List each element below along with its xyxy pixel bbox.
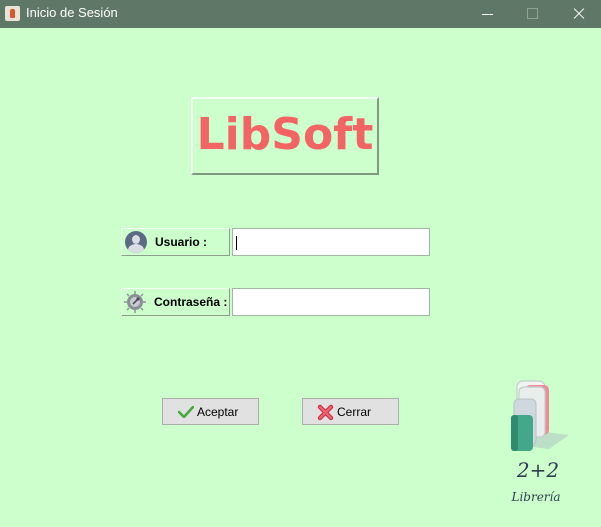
user-icon <box>125 231 147 253</box>
close-button[interactable]: Cerrar <box>302 398 399 425</box>
key-icon <box>124 291 146 313</box>
close-window-button[interactable] <box>555 0 601 28</box>
accept-button-label: Aceptar <box>197 405 239 419</box>
text-caret <box>236 236 237 250</box>
maximize-button[interactable] <box>509 0 555 28</box>
check-icon <box>178 406 194 418</box>
app-logo-text: LibSoft <box>196 109 374 160</box>
accept-button[interactable]: Aceptar <box>162 398 259 425</box>
username-label-box: Usuario : <box>121 228 230 256</box>
java-icon <box>5 6 20 21</box>
window-title: Inicio de Sesión <box>26 5 118 20</box>
brand-number: 2+2 <box>516 458 560 482</box>
username-field[interactable] <box>232 228 430 256</box>
username-label: Usuario : <box>155 235 208 249</box>
x-icon <box>317 404 334 421</box>
brand-name: Librería <box>511 490 561 504</box>
title-bar: Inicio de Sesión <box>0 0 601 28</box>
password-label-box: Contraseña : <box>121 288 230 316</box>
minimize-button[interactable] <box>464 0 510 28</box>
logo-panel: LibSoft <box>191 97 379 175</box>
password-field[interactable] <box>232 288 430 316</box>
close-button-label: Cerrar <box>337 405 372 419</box>
password-label: Contraseña : <box>154 295 228 309</box>
